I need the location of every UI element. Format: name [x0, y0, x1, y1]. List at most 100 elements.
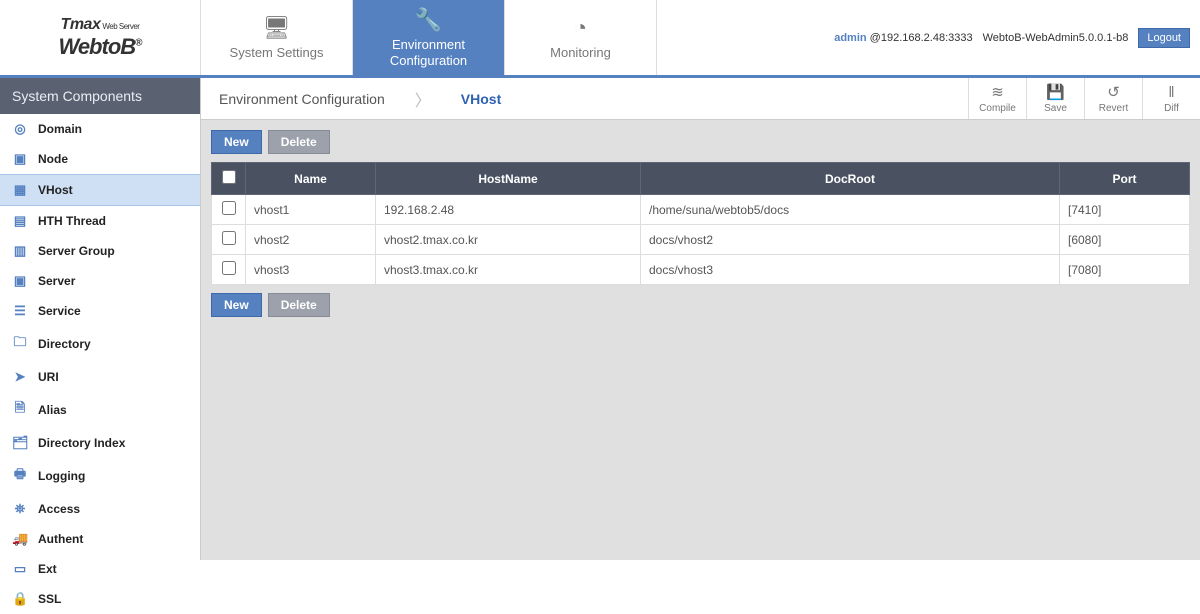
sidebar-item-ext[interactable]: ▭Ext	[0, 554, 200, 584]
truck-icon: 🚚	[12, 531, 28, 547]
sidebar-item-service[interactable]: ☰ Service	[0, 296, 200, 326]
row-checkbox[interactable]	[222, 201, 236, 215]
diff-icon: ‖	[1168, 84, 1174, 101]
sidebar-item-directory[interactable]: 🗀 Directory	[0, 326, 200, 362]
compile-button[interactable]: ≋ Compile	[968, 78, 1026, 119]
select-all-checkbox[interactable]	[222, 170, 236, 184]
new-button[interactable]: New	[211, 293, 262, 317]
sidebar-item-label: Authent	[38, 532, 83, 546]
tab-label: System Settings	[230, 45, 324, 61]
sidebar-item-authent[interactable]: 🚚 Authent	[0, 524, 200, 554]
revert-icon: ↺	[1107, 83, 1120, 101]
thread-icon: ▤	[12, 213, 28, 229]
server-icon: ▣	[12, 273, 28, 289]
tab-environment-configuration[interactable]: 🔧 EnvironmentConfiguration	[353, 0, 505, 75]
page-icon: 🗎	[12, 399, 28, 421]
cell-docroot: docs/vhost2	[641, 225, 1060, 255]
row-checkbox[interactable]	[222, 231, 236, 245]
save-icon: 💾	[1046, 83, 1065, 101]
printer-icon: 🖶	[12, 465, 28, 487]
sidebar-item-uri[interactable]: ➤ URI	[0, 362, 200, 392]
sidebar-item-label: Directory Index	[38, 436, 125, 450]
sidebar-item-server[interactable]: ▣ Server	[0, 266, 200, 296]
save-button[interactable]: 💾Save	[1026, 78, 1084, 119]
tab-label: EnvironmentConfiguration	[390, 37, 467, 68]
delete-button[interactable]: Delete	[268, 130, 330, 154]
col-port: Port	[1060, 163, 1190, 195]
stack-icon: ≋	[991, 83, 1004, 101]
select-all-header	[212, 163, 246, 195]
domain-icon: ◎	[12, 121, 28, 137]
version: WebtoB-WebAdmin5.0.0.1-b8	[983, 32, 1129, 44]
monitor-icon: 🖥	[263, 15, 291, 41]
sidebar-item-ssl[interactable]: 🔒SSL	[0, 584, 200, 614]
sidebar-item-directory-index[interactable]: 🗂 Directory Index	[0, 428, 200, 458]
table-row[interactable]: vhost2 vhost2.tmax.co.kr docs/vhost2 [60…	[212, 225, 1190, 255]
app-header: TmaxWeb Server WebtoB® 🖥 System Settings…	[0, 0, 1200, 78]
ext-icon: ▭	[12, 561, 28, 577]
sidebar-item-label: URI	[38, 370, 59, 384]
revert-button[interactable]: ↺ Revert	[1084, 78, 1142, 119]
sidebar-item-label: Directory	[38, 337, 91, 351]
sidebar-item-logging[interactable]: 🖶 Logging	[0, 458, 200, 494]
cell-hostname: 192.168.2.48	[376, 195, 641, 225]
logo: TmaxWeb Server WebtoB®	[0, 0, 201, 75]
cell-name: vhost3	[246, 255, 376, 285]
main-panel: Environment Configuration 〉 VHost ≋ Compi…	[201, 78, 1200, 560]
folder-icon: 🗀	[12, 333, 28, 355]
chevron-right-icon: 〉	[415, 87, 431, 111]
index-icon: 🗂	[12, 435, 28, 451]
cell-name: vhost2	[246, 225, 376, 255]
row-checkbox[interactable]	[222, 261, 236, 275]
service-icon: ☰	[12, 303, 28, 319]
sidebar-item-vhost[interactable]: ▦VHost	[0, 174, 200, 206]
sidebar-item-label: Service	[38, 304, 81, 318]
sidebar-item-hth-thread[interactable]: ▤HTH Thread	[0, 206, 200, 236]
host-prefix: @	[870, 32, 881, 44]
toolbar: ≋ Compile 💾Save ↺ Revert ‖ Diff	[968, 78, 1200, 119]
breadcrumb-root: Environment Configuration	[219, 91, 385, 107]
sidebar-item-label: Server Group	[38, 244, 115, 258]
tab-monitoring[interactable]: ◔ Monitoring	[505, 0, 657, 75]
toolbar-label: Compile	[979, 103, 1016, 114]
delete-button[interactable]: Delete	[268, 293, 330, 317]
sidebar-title: System Components	[0, 78, 200, 114]
table-row[interactable]: vhost3 vhost3.tmax.co.kr docs/vhost3 [70…	[212, 255, 1190, 285]
sidebar-item-server-group[interactable]: ▥ Server Group	[0, 236, 200, 266]
cell-hostname: vhost3.tmax.co.kr	[376, 255, 641, 285]
cell-port: [7080]	[1060, 255, 1190, 285]
new-button[interactable]: New	[211, 130, 262, 154]
sidebar-item-label: Alias	[38, 403, 67, 417]
username: admin	[834, 32, 866, 44]
breadcrumb-bar: Environment Configuration 〉 VHost ≋ Compi…	[201, 78, 1200, 120]
sidebar: System Components ◎Domain ▣Node ▦VHost ▤…	[0, 78, 201, 560]
col-hostname: HostName	[376, 163, 641, 195]
toolbar-label: Revert	[1099, 103, 1128, 114]
cell-hostname: vhost2.tmax.co.kr	[376, 225, 641, 255]
server-group-icon: ▥	[12, 243, 28, 259]
sidebar-item-node[interactable]: ▣Node	[0, 144, 200, 174]
vhost-table: Name HostName DocRoot Port vhost1 192.16…	[211, 162, 1190, 285]
sidebar-item-label: Access	[38, 502, 80, 516]
sidebar-item-domain[interactable]: ◎Domain	[0, 114, 200, 144]
sidebar-item-label: Server	[38, 274, 75, 288]
logout-button[interactable]: Logout	[1138, 28, 1190, 48]
header-right: admin @192.168.2.48:3333 WebtoB-WebAdmin…	[657, 0, 1200, 75]
breadcrumb: Environment Configuration 〉 VHost	[201, 78, 968, 119]
host-address: 192.168.2.48:3333	[881, 32, 973, 44]
logo-brand-top: Tmax	[61, 16, 101, 33]
lock-icon: 🔒	[12, 591, 28, 607]
action-row-bottom: New Delete	[211, 293, 1190, 317]
arrow-icon: ➤	[12, 369, 28, 385]
sidebar-item-alias[interactable]: 🗎 Alias	[0, 392, 200, 428]
content-area: New Delete Name HostName DocRoot Port	[201, 120, 1200, 335]
diff-button[interactable]: ‖ Diff	[1142, 78, 1200, 119]
tab-system-settings[interactable]: 🖥 System Settings	[201, 0, 353, 75]
pie-icon: ◔	[574, 15, 587, 41]
cell-port: [7410]	[1060, 195, 1190, 225]
cell-docroot: docs/vhost3	[641, 255, 1060, 285]
toolbar-label: Diff	[1164, 103, 1179, 114]
sidebar-item-label: Logging	[38, 469, 85, 483]
table-row[interactable]: vhost1 192.168.2.48 /home/suna/webtob5/d…	[212, 195, 1190, 225]
sidebar-item-access[interactable]: ⛯Access	[0, 494, 200, 524]
